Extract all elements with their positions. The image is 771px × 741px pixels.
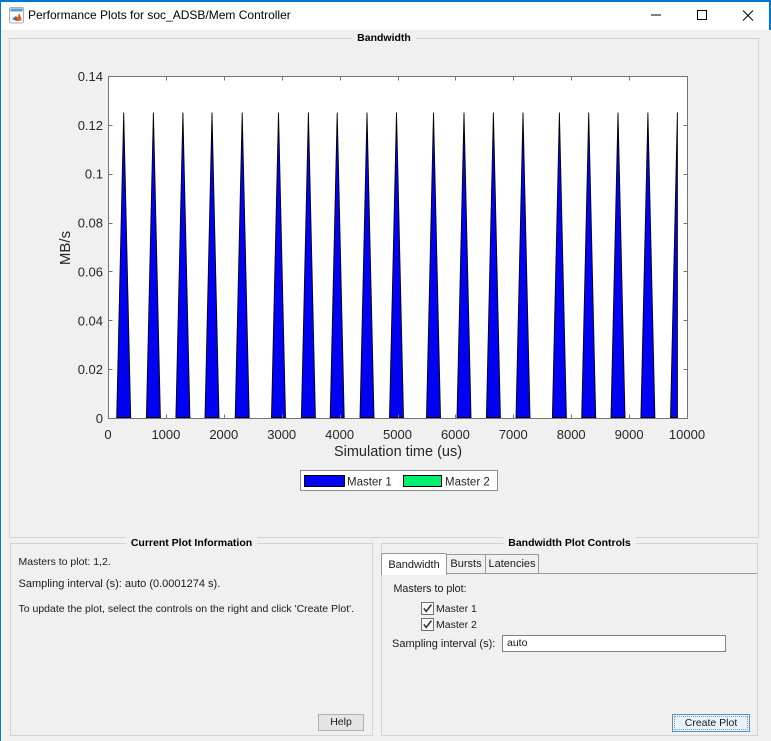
svg-text:0.14: 0.14 [78,69,103,84]
svg-text:3000: 3000 [267,427,296,442]
svg-text:5000: 5000 [383,427,412,442]
svg-text:6000: 6000 [441,427,470,442]
svg-text:0.1: 0.1 [85,167,103,182]
svg-text:MB/s: MB/s [57,231,74,265]
svg-text:7000: 7000 [499,427,528,442]
svg-text:1000: 1000 [151,427,180,442]
svg-text:4000: 4000 [325,427,354,442]
svg-text:0.04: 0.04 [78,313,103,328]
svg-text:0.06: 0.06 [78,264,103,279]
svg-text:0.02: 0.02 [78,362,103,377]
svg-text:8000: 8000 [557,427,586,442]
svg-text:0: 0 [104,427,111,442]
svg-text:0.12: 0.12 [78,118,103,133]
svg-text:Master 2: Master 2 [445,477,490,489]
svg-text:2000: 2000 [209,427,238,442]
svg-text:0: 0 [96,411,103,426]
svg-text:9000: 9000 [615,427,644,442]
svg-text:Master 1: Master 1 [347,477,392,489]
svg-text:0.08: 0.08 [78,216,103,231]
svg-text:10000: 10000 [669,427,705,442]
svg-text:Simulation time (us): Simulation time (us) [334,444,462,460]
